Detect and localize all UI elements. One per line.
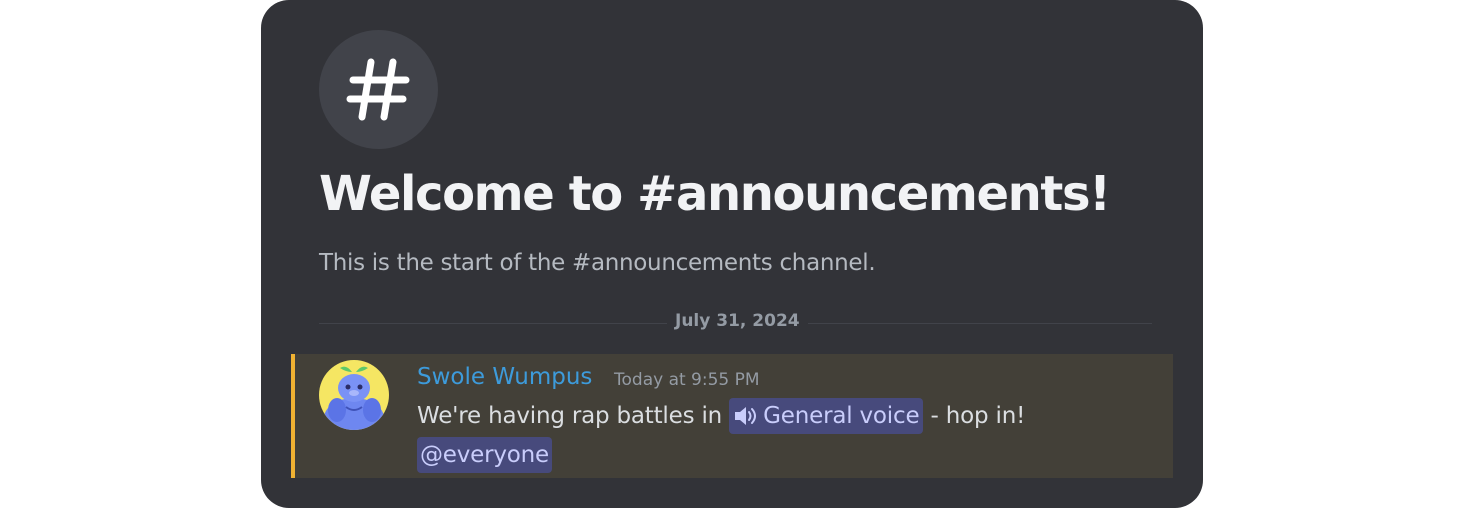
hashtag-icon <box>346 58 410 121</box>
message-content: We're having rap battles in General voic… <box>417 398 1025 434</box>
message-text-after: - hop in! <box>930 403 1026 429</box>
welcome-title: Welcome to #announcements! <box>319 166 1111 222</box>
message-text-before: We're having rap battles in <box>417 403 723 429</box>
everyone-mention[interactable]: @everyone <box>417 437 552 473</box>
date-divider-label: July 31, 2024 <box>667 311 808 331</box>
channel-mention-label: General voice <box>763 403 920 429</box>
channel-welcome-card: Welcome to #announcements! This is the s… <box>261 0 1203 508</box>
avatar[interactable] <box>319 360 389 430</box>
channel-mention-general-voice[interactable]: General voice <box>729 398 924 434</box>
channel-icon <box>319 30 438 149</box>
message-row[interactable]: Swole Wumpus Today at 9:55 PM We're havi… <box>291 354 1173 478</box>
welcome-subtitle: This is the start of the #announcements … <box>319 250 876 276</box>
wumpus-avatar <box>319 360 389 430</box>
speaker-icon <box>735 407 757 425</box>
mention-highlight-bar <box>291 354 295 478</box>
message-timestamp[interactable]: Today at 9:55 PM <box>614 370 760 390</box>
message-author[interactable]: Swole Wumpus <box>417 364 592 390</box>
